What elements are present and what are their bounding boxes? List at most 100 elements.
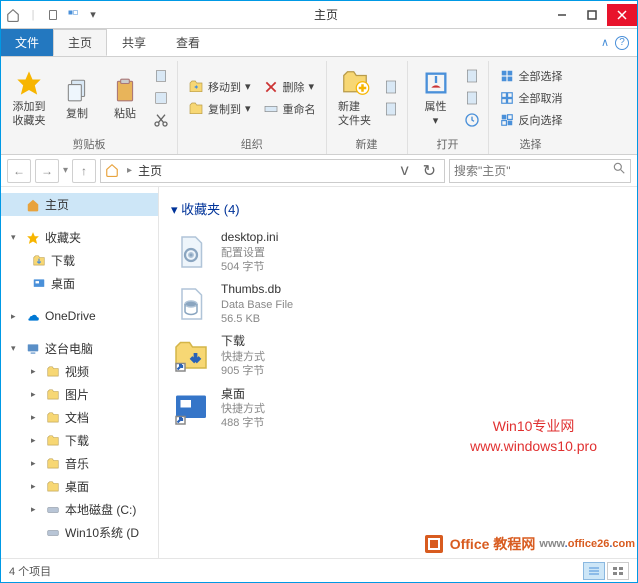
forward-button[interactable]: → <box>35 159 59 183</box>
tab-file[interactable]: 文件 <box>1 29 53 56</box>
back-button[interactable]: ← <box>7 159 31 183</box>
icons-view-button[interactable] <box>607 562 629 580</box>
tree-downloads[interactable]: 下载 <box>1 249 158 272</box>
file-item-desktop-ini[interactable]: desktop.ini 配置设置 504 字节 <box>171 226 625 278</box>
section-favorites-label: 收藏夹 (4) <box>181 202 240 217</box>
tree-desktop2[interactable]: ▸桌面 <box>1 475 158 498</box>
easy-access-icon[interactable] <box>381 99 401 119</box>
new-item-icon[interactable] <box>381 77 401 97</box>
collapse-ribbon-icon[interactable]: ∧ <box>601 36 609 49</box>
group-select: 全部选择 全部取消 反向选择 选择 <box>489 61 573 154</box>
select-none-button[interactable]: 全部取消 <box>495 88 567 108</box>
recent-locations-dropdown[interactable]: ▾ <box>63 165 68 176</box>
new-folder-label: 新建 文件夹 <box>338 101 371 127</box>
cut-icon[interactable] <box>151 110 171 130</box>
tab-home[interactable]: 主页 <box>53 29 107 56</box>
disk-icon <box>45 525 61 541</box>
rename-button[interactable]: 重命名 <box>259 99 320 119</box>
tab-share[interactable]: 共享 <box>107 29 161 56</box>
copy-label: 复制 <box>66 108 88 121</box>
address-bar[interactable]: ▸ 主页 v ↻ <box>100 159 445 183</box>
group-open: 属性▾ 打开 <box>408 61 489 154</box>
invert-icon <box>499 112 515 128</box>
disk-icon <box>45 502 61 518</box>
file-item-desktop-shortcut[interactable]: 桌面 快捷方式 488 字节 <box>171 383 625 435</box>
window-title: 主页 <box>105 6 547 23</box>
search-input[interactable] <box>454 164 612 178</box>
delete-button[interactable]: 删除 ▾ <box>259 77 320 97</box>
tree-music[interactable]: ▸音乐 <box>1 452 158 475</box>
file-type: 快捷方式 <box>221 402 265 416</box>
file-size: 905 字节 <box>221 364 265 378</box>
copy-to-button[interactable]: 复制到 ▾ <box>184 99 255 119</box>
tree-win10fs[interactable]: Win10系统 (D <box>1 521 158 544</box>
copyto-label: 复制到 <box>208 101 241 117</box>
qat-dropdown-icon[interactable]: ▾ <box>85 7 101 23</box>
edit-icon[interactable] <box>462 88 482 108</box>
group-new: 新建 文件夹 新建 <box>327 61 408 154</box>
moveto-label: 移动到 <box>208 79 241 95</box>
refresh-icon[interactable]: ↻ <box>419 161 440 181</box>
file-item-downloads-shortcut[interactable]: 下载 快捷方式 905 字节 <box>171 330 625 382</box>
file-name: 桌面 <box>221 387 265 403</box>
history-icon[interactable] <box>462 110 482 130</box>
watermark-line2: www.windows10.pro <box>470 437 597 457</box>
tree-desktop[interactable]: 桌面 <box>1 272 158 295</box>
home-icon[interactable] <box>5 7 21 23</box>
tree-downloads2[interactable]: ▸下载 <box>1 429 158 452</box>
new-group-label: 新建 <box>333 134 401 154</box>
new-folder-button[interactable]: 新建 文件夹 <box>333 67 377 127</box>
tree-home[interactable]: 主页 <box>1 193 158 216</box>
pictures-icon <box>45 387 61 403</box>
search-box[interactable] <box>449 159 631 183</box>
open-icon[interactable] <box>462 66 482 86</box>
tree-localdisk[interactable]: ▸本地磁盘 (C:) <box>1 498 158 521</box>
qat-divider: | <box>25 7 41 23</box>
file-name: desktop.ini <box>221 230 278 246</box>
selectnone-label: 全部取消 <box>519 90 563 106</box>
tree-pictures[interactable]: ▸图片 <box>1 383 158 406</box>
tree-thispc[interactable]: ▾这台电脑 <box>1 337 158 360</box>
details-view-button[interactable] <box>583 562 605 580</box>
open-group-label: 打开 <box>414 134 482 154</box>
address-dropdown-icon[interactable]: v <box>397 162 413 180</box>
select-group-label: 选择 <box>495 134 567 154</box>
properties-button[interactable]: 属性▾ <box>414 67 458 127</box>
section-favorites-header[interactable]: ▾ 收藏夹 (4) <box>171 199 625 218</box>
help-icon[interactable]: ? <box>615 36 629 50</box>
properties-qat-icon[interactable] <box>65 7 81 23</box>
desktop-icon <box>45 479 61 495</box>
tree-win10fs-label: Win10系统 (D <box>65 524 139 541</box>
explorer-window: | ▾ 主页 文件 主页 共享 查看 ∧ ? 添加到 收藏夹 <box>0 0 638 583</box>
copy-path-icon[interactable] <box>151 88 171 108</box>
window-controls <box>547 4 637 26</box>
select-all-button[interactable]: 全部选择 <box>495 66 567 86</box>
tree-onedrive[interactable]: ▸OneDrive <box>1 305 158 327</box>
tree-desktop-label: 桌面 <box>51 275 75 292</box>
properties-icon <box>420 67 452 99</box>
up-button[interactable]: ↑ <box>72 159 96 183</box>
group-organize: 移动到 ▾ 复制到 ▾ 删除 ▾ 重命名 组织 <box>178 61 327 154</box>
chevron-right-icon[interactable]: ▸ <box>127 165 132 176</box>
invert-selection-button[interactable]: 反向选择 <box>495 110 567 130</box>
new-folder-icon <box>339 67 371 99</box>
tree-favorites[interactable]: ▾收藏夹 <box>1 226 158 249</box>
new-file-icon[interactable] <box>45 7 61 23</box>
add-to-favorites-button[interactable]: 添加到 收藏夹 <box>7 67 51 127</box>
tree-music-label: 音乐 <box>65 455 89 472</box>
copy-button[interactable]: 复制 <box>55 74 99 121</box>
tree-documents[interactable]: ▸文档 <box>1 406 158 429</box>
desktop-shortcut-icon <box>171 389 211 429</box>
star-icon <box>25 230 41 246</box>
tab-view[interactable]: 查看 <box>161 29 215 56</box>
minimize-button[interactable] <box>547 4 577 26</box>
move-to-button[interactable]: 移动到 ▾ <box>184 77 255 97</box>
tree-videos[interactable]: ▸视频 <box>1 360 158 383</box>
paste-button[interactable]: 粘贴 <box>103 74 147 121</box>
file-item-thumbs-db[interactable]: Thumbs.db Data Base File 56.5 KB <box>171 278 625 330</box>
paste-shortcut-icon[interactable] <box>151 66 171 86</box>
delete-label: 删除 <box>283 79 305 95</box>
close-button[interactable] <box>607 4 637 26</box>
search-icon[interactable] <box>612 161 626 180</box>
maximize-button[interactable] <box>577 4 607 26</box>
